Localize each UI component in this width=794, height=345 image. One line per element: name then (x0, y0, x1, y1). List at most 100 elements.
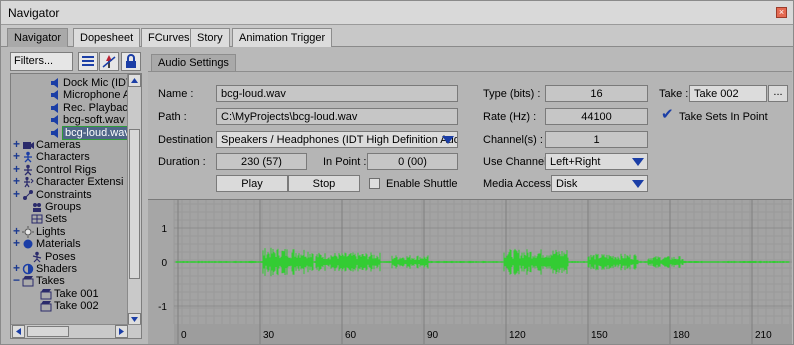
title-bar: Navigator × (1, 1, 793, 25)
waveform-plot[interactable]: 1 0 -1 0 30 60 90 120 150 180 210 (148, 200, 792, 344)
chevron-down-icon (632, 180, 644, 188)
use-channel-dropdown[interactable]: Left+Right (545, 153, 648, 170)
media-access-dropdown[interactable]: Disk (551, 175, 648, 192)
expand-icon[interactable]: + (13, 225, 22, 237)
filter-toolbar: Filters... (10, 51, 142, 73)
tree-item-label: Character Extensi (36, 176, 124, 189)
groups-icon (31, 201, 43, 213)
scroll-up-icon[interactable] (128, 74, 141, 87)
name-field[interactable]: bcg-loud.wav (216, 85, 458, 102)
speaker-icon (49, 102, 61, 114)
tree-item-label: Characters (36, 151, 90, 164)
take-browse-button[interactable]: ... (768, 85, 788, 102)
window-title: Navigator (8, 6, 60, 20)
expand-icon[interactable]: + (13, 163, 22, 175)
take-field[interactable]: Take 002 (689, 85, 767, 102)
rate-label: Rate (Hz) : (483, 111, 537, 123)
media-access-label: Media Access : (483, 178, 557, 190)
expand-icon[interactable]: + (13, 138, 22, 150)
control-rig-icon (22, 164, 34, 176)
filters-button[interactable]: Filters... (10, 52, 73, 71)
audio-settings-form: Name : bcg-loud.wav Path : C:\MyProjects… (148, 71, 792, 199)
tree-vertical-scrollbar[interactable] (127, 74, 141, 326)
type-bits-label: Type (bits) : (483, 88, 541, 100)
sets-icon (31, 213, 43, 225)
lock-icon[interactable] (121, 52, 141, 71)
scene-tree[interactable]: Take 002 Take 001 − Takes + Shaders Poses + Mate… (10, 73, 142, 339)
speaker-icon (49, 127, 61, 139)
tab-story[interactable]: Story (190, 28, 230, 47)
list-view-icon[interactable] (78, 52, 98, 71)
expand-icon[interactable]: + (13, 262, 22, 274)
use-channel-label: Use Channel : (483, 156, 553, 168)
channels-field[interactable]: 1 (545, 131, 648, 148)
rate-field[interactable]: 44100 (545, 108, 648, 125)
shader-icon (22, 263, 34, 275)
play-button[interactable]: Play (216, 175, 288, 192)
x-tick-label: 120 (509, 330, 526, 341)
chevron-down-icon (632, 158, 644, 166)
expand-icon[interactable]: + (13, 188, 22, 200)
take-label: Take : (659, 88, 689, 100)
tree-item-label: Take 001 (54, 287, 99, 300)
tree-item-label: Takes (36, 275, 65, 288)
take-sets-in-point-label: Take Sets In Point (679, 111, 768, 123)
y-tick-label: 1 (161, 224, 167, 235)
tree-item-label: bcg-soft.wav (63, 114, 125, 127)
camera-icon (22, 139, 34, 151)
character-extension-icon (22, 176, 34, 188)
tab-fcurves[interactable]: FCurves (141, 28, 197, 47)
scroll-left-icon[interactable] (12, 325, 25, 338)
media-access-value: Disk (556, 178, 578, 190)
path-field[interactable]: C:\MyProjects\bcg-loud.wav (216, 108, 458, 125)
y-tick-label: 0 (161, 258, 167, 269)
tree-item-label: Shaders (36, 263, 77, 275)
close-icon[interactable]: × (776, 7, 787, 18)
scroll-thumb-horizontal[interactable] (27, 326, 69, 337)
take-icon (40, 300, 52, 312)
use-channel-value: Left+Right (550, 156, 601, 168)
tab-navigator[interactable]: Navigator (7, 28, 69, 47)
enable-shuttle-checkbox[interactable] (369, 178, 380, 189)
name-label: Name : (158, 88, 194, 100)
duration-field[interactable]: 230 (57) (216, 153, 307, 170)
checkmark-icon[interactable]: ✔ (661, 107, 674, 122)
channels-label: Channel(s) : (483, 134, 543, 146)
expand-icon[interactable]: + (13, 175, 22, 187)
light-icon (22, 225, 34, 238)
enable-shuttle-label: Enable Shuttle (386, 178, 458, 190)
tree-item-label: Groups (45, 201, 82, 213)
tab-audio-settings[interactable]: Audio Settings (151, 54, 236, 72)
audio-settings-pane: Audio Settings Name : bcg-loud.wav Path … (148, 51, 792, 344)
waveform-view[interactable]: 1 0 -1 0 30 60 90 120 150 180 210 (148, 199, 792, 344)
tree-item-label: bcg-loud.wav (62, 125, 133, 140)
x-tick-label: 180 (673, 330, 690, 341)
destination-dropdown[interactable]: Speakers / Headphones (IDT High Definiti… (216, 131, 458, 148)
pin-icon[interactable] (99, 52, 119, 71)
tree-horizontal-scrollbar[interactable] (11, 324, 141, 338)
scroll-thumb[interactable] (129, 129, 140, 279)
tree-item-label: Materials (36, 238, 81, 251)
tree-item-label: Lights (36, 225, 66, 238)
x-tick-label: 0 (181, 330, 187, 341)
material-icon (22, 238, 34, 250)
expand-icon[interactable]: + (13, 237, 22, 249)
constraint-icon (22, 189, 34, 201)
navigator-window: Navigator × Navigator Dopesheet FCurves … (0, 0, 794, 345)
take-icon (22, 275, 34, 287)
x-tick-label: 60 (345, 330, 357, 341)
destination-value: Speakers / Headphones (IDT High Definiti… (221, 134, 457, 146)
stop-button[interactable]: Stop (288, 175, 360, 192)
tab-dopesheet[interactable]: Dopesheet (73, 28, 141, 47)
tree-item-label: Control Rigs (36, 163, 97, 176)
x-tick-label: 150 (591, 330, 608, 341)
scroll-right-icon[interactable] (115, 325, 128, 338)
in-point-field[interactable]: 0 (00) (367, 153, 458, 170)
collapse-icon[interactable]: − (13, 274, 22, 286)
expand-icon[interactable]: + (13, 150, 22, 162)
navigator-tree-pane: Filters... Take 002 Take 001 − Takes + Shader… (10, 51, 142, 339)
tree-item-label: Poses (45, 250, 76, 263)
type-bits-field[interactable]: 16 (545, 85, 648, 102)
duration-label: Duration : (158, 156, 206, 168)
tab-animation-trigger[interactable]: Animation Trigger (232, 28, 333, 47)
